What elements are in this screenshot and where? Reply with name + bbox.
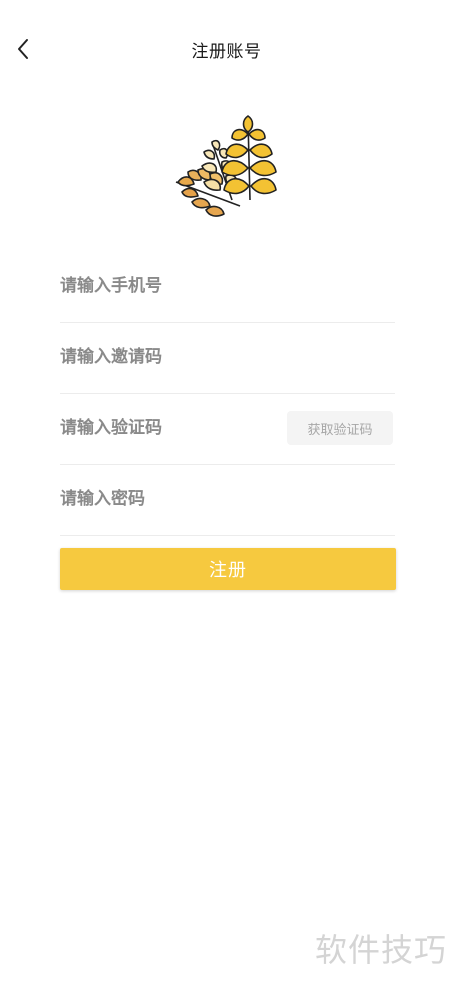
verification-code-input[interactable] xyxy=(60,414,275,442)
invite-field-row xyxy=(60,323,395,394)
header-bar: 注册账号 xyxy=(0,26,453,72)
register-button[interactable]: 注册 xyxy=(60,548,396,590)
password-field-row xyxy=(60,465,395,536)
password-input[interactable] xyxy=(60,485,275,513)
phone-input[interactable] xyxy=(60,272,275,300)
invite-code-input[interactable] xyxy=(60,343,275,371)
verify-field-row: 获取验证码 xyxy=(60,394,395,465)
page-title: 注册账号 xyxy=(191,42,262,62)
get-code-button[interactable]: 获取验证码 xyxy=(287,411,393,445)
register-form: 获取验证码 xyxy=(60,252,395,536)
watermark-text: 软件技巧 xyxy=(314,931,447,969)
wheat-logo xyxy=(168,112,284,222)
wheat-icon xyxy=(175,115,277,217)
phone-field-row xyxy=(60,252,395,323)
